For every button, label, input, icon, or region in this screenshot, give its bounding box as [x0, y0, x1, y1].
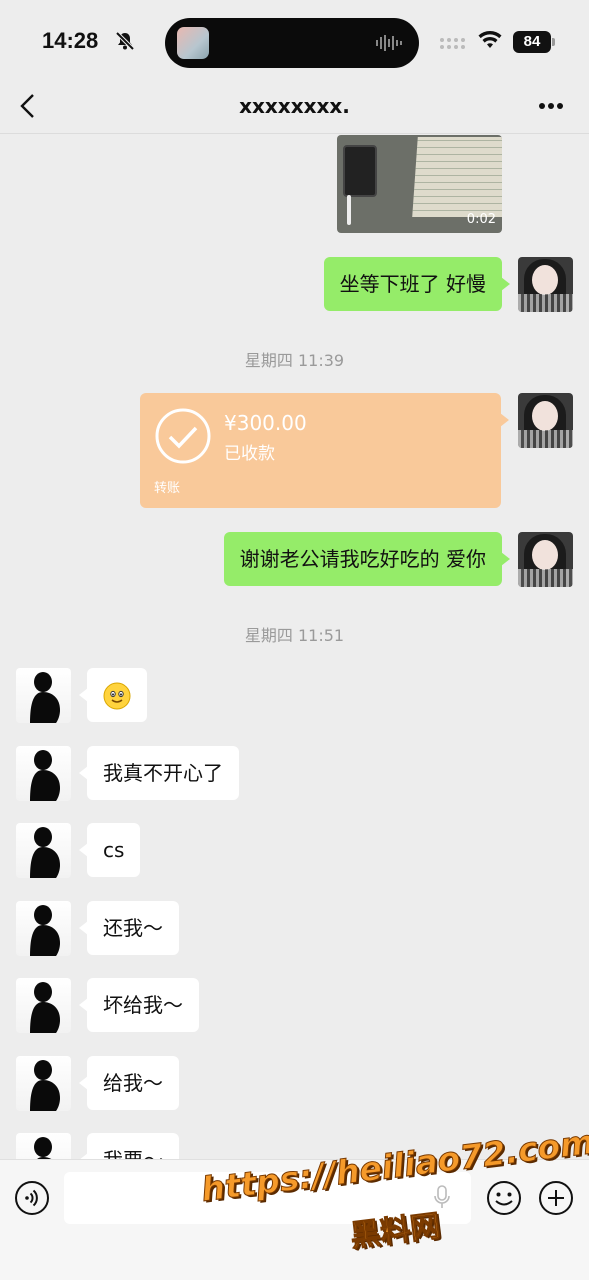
battery-tip [552, 38, 555, 46]
status-bar: 14:28 84 [0, 0, 589, 80]
avatar-self[interactable] [518, 257, 573, 312]
silhouette-avatar [30, 982, 60, 1033]
silhouette-avatar [30, 905, 60, 956]
chat-title: xxxxxxxx. [239, 94, 350, 118]
voice-icon[interactable] [14, 1180, 50, 1216]
message-bubble-contact[interactable]: 还我～ [79, 901, 179, 955]
transfer-status: 已收款 [224, 444, 275, 464]
avatar-contact[interactable] [16, 1056, 71, 1111]
avatar-contact[interactable] [16, 978, 71, 1033]
message-bubble-self[interactable]: 谢谢老公请我吃好吃的 爱你 [223, 532, 511, 586]
video-duration: 0:02 [466, 212, 496, 227]
avatar-self[interactable] [518, 532, 573, 587]
avatar-contact[interactable] [16, 746, 71, 801]
cellular-icon [440, 38, 465, 49]
message-list[interactable]: 0:02 坐等下班了 好慢 星期四 11:39 ¥300.00 已收款 转账 谢… [0, 135, 589, 1159]
timestamp: 星期四 11:51 [244, 626, 345, 645]
chat-header: xxxxxxxx. [0, 80, 589, 134]
avatar-contact[interactable] [16, 1133, 71, 1159]
avatar-contact[interactable] [16, 668, 71, 723]
silhouette-avatar [30, 672, 60, 723]
check-circle-icon [155, 408, 211, 464]
music-artwork [177, 27, 209, 59]
silhouette-avatar [30, 1060, 60, 1111]
message-bubble-self[interactable]: 坐等下班了 好慢 [323, 257, 511, 311]
message-bubble-emoji[interactable] [79, 668, 147, 722]
silhouette-avatar [30, 750, 60, 801]
message-bubble-contact[interactable]: 坏给我～ [79, 978, 199, 1032]
wifi-icon [478, 31, 502, 48]
video-thumbnail-phone [343, 145, 377, 197]
video-thumbnail-cable [347, 195, 351, 225]
dynamic-island [165, 18, 419, 68]
bell-slash-icon [115, 31, 135, 51]
avatar-self[interactable] [518, 393, 573, 448]
smiley-emoji-icon [103, 682, 131, 710]
more-button[interactable] [538, 102, 564, 110]
audio-wave-icon [376, 35, 402, 51]
plus-icon[interactable] [538, 1180, 574, 1216]
status-time: 14:28 [42, 28, 99, 53]
silhouette-avatar [30, 827, 60, 878]
transfer-amount: ¥300.00 [224, 411, 307, 435]
message-bubble-contact[interactable]: 给我～ [79, 1056, 179, 1110]
battery-level: 84 [513, 31, 551, 53]
emoji-icon[interactable] [486, 1180, 522, 1216]
transfer-card[interactable]: ¥300.00 已收款 转账 [140, 393, 509, 508]
silhouette-avatar [34, 1137, 52, 1159]
message-bubble-contact[interactable]: 我要～ [79, 1133, 179, 1159]
transfer-label: 转账 [154, 481, 181, 496]
message-bubble-contact[interactable]: cs [78, 823, 141, 877]
avatar-contact[interactable] [16, 901, 71, 956]
avatar-contact[interactable] [16, 823, 71, 878]
message-bubble-contact[interactable]: 我真不开心了 [79, 746, 239, 800]
video-message[interactable]: 0:02 [337, 135, 502, 233]
timestamp: 星期四 11:39 [244, 351, 345, 370]
video-thumbnail-notebook [412, 137, 502, 217]
